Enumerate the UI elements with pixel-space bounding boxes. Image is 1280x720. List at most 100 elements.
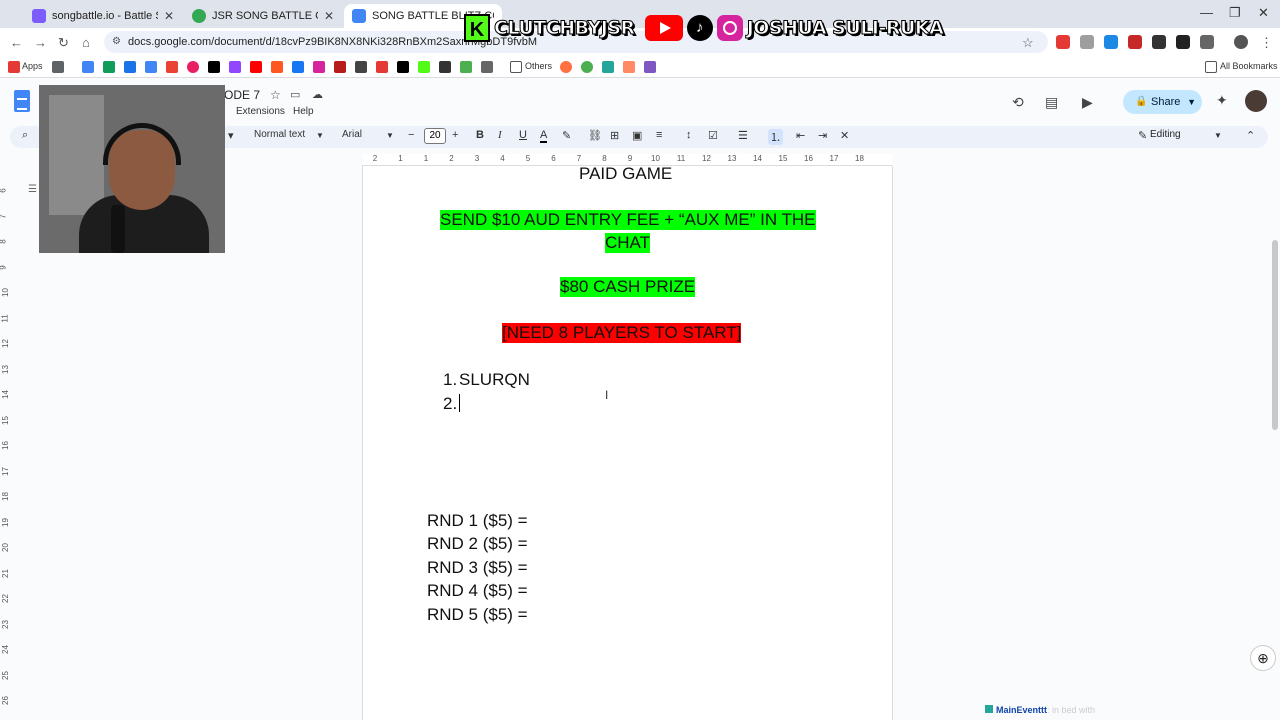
page-scrollbar[interactable] bbox=[1272, 240, 1278, 430]
bold-button[interactable]: B bbox=[476, 129, 484, 141]
tab-category[interactable]: JSR SONG BATTLE CATEGORY ✕ bbox=[184, 4, 342, 28]
bookmark-icon[interactable] bbox=[124, 61, 136, 73]
share-button[interactable]: 🔒 Share ▼ bbox=[1123, 90, 1202, 114]
forward-icon[interactable]: → bbox=[34, 35, 47, 50]
decrease-indent-icon[interactable]: ⇤ bbox=[796, 129, 805, 142]
insert-link-icon[interactable]: ⛓ bbox=[588, 129, 602, 142]
bookmark-icon[interactable] bbox=[82, 61, 94, 73]
bookmark-icon[interactable] bbox=[271, 61, 283, 73]
comments-icon[interactable]: ▤ bbox=[1045, 94, 1058, 111]
pdf-extension-icon[interactable] bbox=[1128, 35, 1142, 49]
bookmark-star-icon[interactable]: ☆ bbox=[1022, 35, 1034, 51]
move-folder-icon[interactable]: ▭ bbox=[290, 88, 300, 101]
back-icon[interactable]: ← bbox=[10, 35, 23, 50]
profile-avatar-icon[interactable] bbox=[1234, 35, 1248, 49]
underline-button[interactable]: U bbox=[519, 129, 527, 141]
meet-video-icon[interactable]: ▶ bbox=[1082, 94, 1093, 111]
extension-icon[interactable] bbox=[1176, 35, 1190, 49]
highlight-pen-icon[interactable]: ✎ bbox=[562, 129, 571, 142]
bookmark-icon[interactable] bbox=[644, 61, 656, 73]
bookmark-icon[interactable] bbox=[145, 61, 157, 73]
all-bookmarks-label[interactable]: All Bookmarks bbox=[1220, 61, 1278, 71]
all-bookmarks-folder-icon[interactable] bbox=[1205, 61, 1217, 73]
insert-image-icon[interactable]: ▣ bbox=[632, 129, 642, 142]
decrease-font-size-icon[interactable]: − bbox=[408, 129, 414, 141]
ruler-number: 26 bbox=[0, 696, 10, 705]
font-size-input[interactable]: 20 bbox=[424, 128, 446, 144]
adblock-extension-icon[interactable] bbox=[1056, 35, 1070, 49]
facebook-bookmark-icon[interactable] bbox=[292, 61, 304, 73]
menu-help[interactable]: Help bbox=[293, 106, 314, 117]
minimize-icon[interactable]: — bbox=[1200, 5, 1213, 20]
italic-button[interactable]: I bbox=[498, 129, 502, 141]
gemini-sparkle-icon[interactable]: ✦ bbox=[1216, 92, 1228, 109]
close-tab-icon[interactable]: ✕ bbox=[324, 9, 334, 23]
increase-indent-icon[interactable]: ⇥ bbox=[818, 129, 827, 142]
paragraph-style-select[interactable]: Normal text bbox=[254, 129, 305, 140]
add-comment-icon[interactable]: ⊞ bbox=[610, 129, 619, 142]
bookmark-icon[interactable] bbox=[623, 61, 635, 73]
apps-grid-icon[interactable] bbox=[8, 61, 20, 73]
menu-extensions[interactable]: Extensions bbox=[236, 106, 285, 117]
star-icon[interactable]: ☆ bbox=[270, 88, 281, 102]
x-bookmark-icon[interactable] bbox=[397, 61, 409, 73]
bookmark-icon[interactable] bbox=[602, 61, 614, 73]
chevron-down-icon[interactable]: ▼ bbox=[1214, 131, 1222, 140]
tiktok-bookmark-icon[interactable] bbox=[208, 61, 220, 73]
site-info-icon[interactable]: ⚙ bbox=[112, 31, 121, 53]
twitch-bookmark-icon[interactable] bbox=[229, 61, 241, 73]
align-icon[interactable]: ≡ bbox=[656, 129, 662, 141]
extension-icon[interactable] bbox=[1080, 35, 1094, 49]
bookmark-icon[interactable] bbox=[187, 61, 199, 73]
font-select[interactable]: Arial bbox=[342, 129, 362, 140]
collapse-menus-icon[interactable]: ⌃ bbox=[1246, 129, 1255, 142]
zoom-dropdown-icon[interactable]: ▾ bbox=[228, 129, 234, 142]
avatar[interactable] bbox=[1245, 90, 1267, 112]
clear-formatting-icon[interactable]: ✕ bbox=[840, 129, 849, 142]
browser-menu-icon[interactable]: ⋮ bbox=[1260, 35, 1273, 51]
chevron-down-icon[interactable]: ▼ bbox=[316, 131, 324, 140]
increase-font-size-icon[interactable]: + bbox=[452, 129, 458, 141]
others-folder-label[interactable]: Others bbox=[525, 61, 552, 71]
bookmark-icon[interactable] bbox=[460, 61, 472, 73]
google-docs-logo-icon[interactable] bbox=[14, 90, 30, 112]
bookmark-icon[interactable] bbox=[334, 61, 346, 73]
document-title[interactable]: ODE 7 bbox=[224, 88, 260, 102]
kick-bookmark-icon[interactable] bbox=[418, 61, 430, 73]
apps-label[interactable]: Apps bbox=[22, 61, 43, 71]
instagram-bookmark-icon[interactable] bbox=[313, 61, 325, 73]
bookmark-icon[interactable] bbox=[560, 61, 572, 73]
bookmark-icon[interactable] bbox=[439, 61, 451, 73]
bookmark-icon[interactable] bbox=[481, 61, 493, 73]
explore-zoom-icon[interactable]: ⊕ bbox=[1250, 645, 1276, 671]
bookmark-icon[interactable] bbox=[376, 61, 388, 73]
bookmark-icon[interactable] bbox=[103, 61, 115, 73]
grid-icon[interactable] bbox=[52, 61, 64, 73]
bulleted-list-icon[interactable]: ☰ bbox=[738, 129, 748, 142]
maximize-icon[interactable]: ❐ bbox=[1229, 5, 1241, 21]
close-tab-icon[interactable]: ✕ bbox=[164, 9, 174, 23]
editing-mode-select[interactable]: Editing bbox=[1150, 129, 1181, 140]
line-spacing-icon[interactable]: ↕ bbox=[686, 129, 692, 141]
bookmark-icon[interactable] bbox=[355, 61, 367, 73]
extensions-puzzle-icon[interactable] bbox=[1200, 35, 1214, 49]
version-history-icon[interactable]: ⟲ bbox=[1012, 94, 1024, 111]
document-page[interactable]: PAID GAME SEND $10 AUD ENTRY FEE + “AUX … bbox=[362, 164, 893, 720]
bookmark-icon[interactable] bbox=[581, 61, 593, 73]
extension-icon[interactable] bbox=[1152, 35, 1166, 49]
tab-songbattle[interactable]: songbattle.io - Battle Songs ag ✕ bbox=[24, 4, 182, 28]
text-color-button[interactable]: A bbox=[540, 129, 548, 143]
home-icon[interactable]: ⌂ bbox=[82, 35, 90, 50]
extension-icon[interactable] bbox=[1104, 35, 1118, 49]
reload-icon[interactable]: ↻ bbox=[58, 35, 69, 51]
youtube-bookmark-icon[interactable] bbox=[250, 61, 262, 73]
search-menus-icon[interactable]: ⌕ bbox=[22, 129, 28, 142]
chevron-down-icon[interactable]: ▼ bbox=[1187, 90, 1196, 114]
checklist-icon[interactable]: ☑ bbox=[708, 129, 718, 142]
chevron-down-icon[interactable]: ▼ bbox=[386, 131, 394, 140]
folder-icon[interactable] bbox=[510, 61, 522, 73]
bookmark-icon[interactable] bbox=[166, 61, 178, 73]
numbered-list-icon[interactable]: ⒈ bbox=[768, 129, 783, 145]
close-window-icon[interactable]: ✕ bbox=[1258, 5, 1269, 21]
document-outline-icon[interactable]: ☰ bbox=[28, 184, 37, 195]
